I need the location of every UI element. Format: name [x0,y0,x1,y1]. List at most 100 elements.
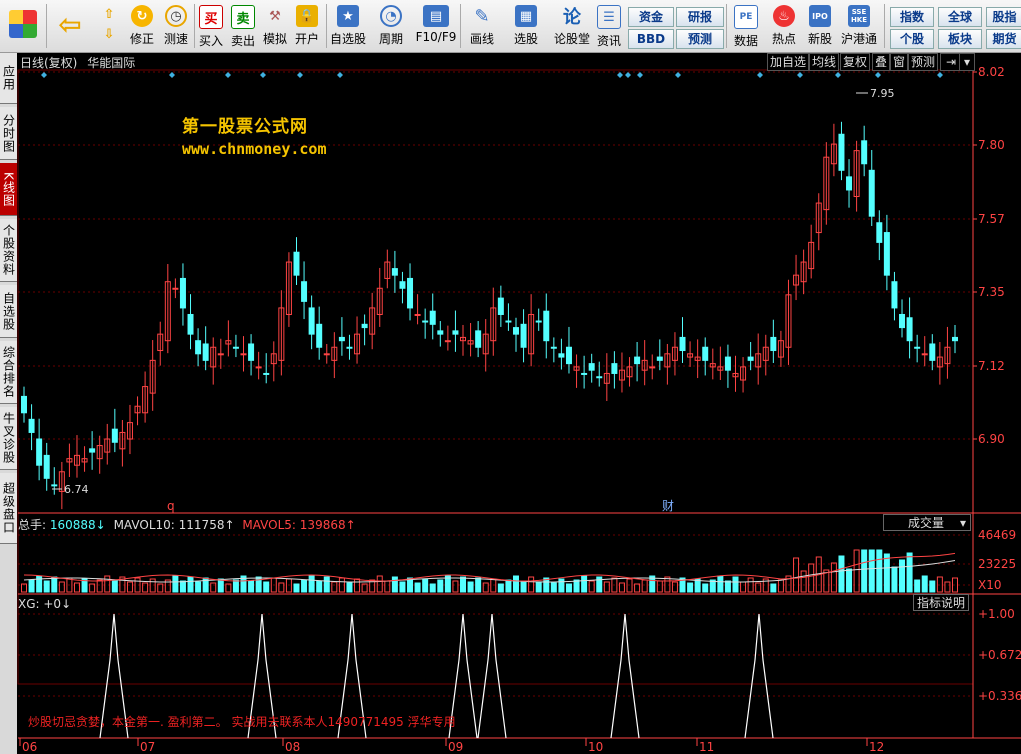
candle-body [172,287,179,290]
candle-body [475,330,482,348]
x-tick-label: 10 [588,740,603,754]
volume-bar [414,582,421,593]
xg-tick-label: +1.00 [978,607,1015,621]
candle-body [565,346,572,365]
x-tick-label: 09 [448,740,463,754]
high-label: 7.95 [870,87,895,100]
candle-body [558,353,565,358]
volume-bar [808,563,815,593]
volume-bar [331,581,338,593]
candle-body [89,448,96,453]
dropdown-arrow-icon: ▾ [959,516,966,530]
volume-bar [217,578,224,593]
candle-body [179,277,186,309]
volume-bar [43,580,50,593]
volume-bar [641,579,648,593]
candle-body [883,232,890,276]
candle-body [929,343,936,361]
volume-bar [195,581,202,593]
volume-bar [899,559,906,593]
xg-signal-spike [477,613,507,739]
indicator-dropdown[interactable]: 成交量 ▾ [883,514,971,531]
x-tick-label: 08 [285,740,300,754]
add-watchlist-button[interactable]: 加自选 [767,53,810,71]
volume-bar [520,580,527,593]
candle-body [906,317,913,342]
event-diamond [337,72,343,78]
candle-body [656,356,663,361]
candle-body [248,343,255,361]
event-diamond [875,72,881,78]
volume-bar [308,575,315,593]
volume-bar [210,582,217,593]
volume-bar [429,583,436,593]
volume-bar [581,575,588,593]
candle-body [51,484,58,487]
event-diamond [617,72,623,78]
candle-body [422,320,429,323]
candle-body [581,372,588,375]
volume-bar [868,549,875,593]
volume-bar [126,581,133,593]
volume-bar [838,555,845,593]
volume-bar [755,582,762,593]
candle-body [346,346,353,349]
volume-bar [179,580,186,593]
volume-legend: 总手: 160888↓ MAVOL10: 111758↑ MAVOL5: 139… [18,518,356,532]
event-q-label: q [167,499,175,513]
predict-button[interactable]: 预测 [908,53,939,71]
volume-bar [293,583,300,593]
volume-bar [830,562,837,593]
window-button[interactable]: 窗 [890,53,909,71]
kline-chart[interactable]: 7.95 6.74 q 财 8.02 7.80 7.57 7.35 7.12 6.90 46469… [0,0,1021,754]
vol-tick-label: X10 [978,578,1002,592]
volume-bar [777,579,784,593]
candle-body [702,346,709,361]
vol-tick-label: 46469 [978,528,1016,542]
volume-bar [497,583,504,593]
volume-bar [51,576,58,593]
volume-bar [573,579,580,593]
adjust-button[interactable]: 复权 [840,53,871,71]
candle-body [634,356,641,365]
volume-bar [346,582,353,593]
candle-body [28,418,35,433]
xg-tick-label: +0.672 [978,648,1021,662]
volume-bar [921,575,928,593]
volume-bar [535,581,542,593]
overlay-button[interactable]: 叠 [872,53,891,71]
indicator-explain-button[interactable]: 指标说明 [913,594,969,611]
candle-body [338,336,345,342]
x-tick-label: 12 [869,740,884,754]
volume-bar [732,576,739,593]
ma-button[interactable]: 均线 [809,53,840,71]
candle-body [301,281,308,302]
candle-body [679,336,686,352]
volume-bar [301,579,308,593]
volume-bar [914,579,921,593]
chevron-down-icon[interactable]: ▾ [959,53,975,71]
volume-bar [588,580,595,593]
candle-body [195,340,202,355]
candle-body [111,428,118,443]
candle-body [399,281,406,289]
volume-bar [846,568,853,593]
event-diamond [169,72,175,78]
candle-body [505,320,512,323]
candle-body [293,251,300,276]
volume-bar [603,581,610,593]
volume-bar [316,580,323,593]
volume-bar [944,581,951,593]
candle-body [240,353,247,356]
candle-body [596,376,603,379]
candle-body [952,336,958,342]
candle-body [407,277,414,309]
xg-tick-label: +0.336 [978,689,1021,703]
x-tick-label: 07 [140,740,155,754]
candle-body [550,346,557,349]
volume-bar [232,579,239,593]
chart-title: 日线(复权) 华能国际 [20,56,136,70]
candle-body [588,363,595,371]
xg-legend: XG: +0↓ [18,597,72,611]
volume-bar [391,576,398,593]
